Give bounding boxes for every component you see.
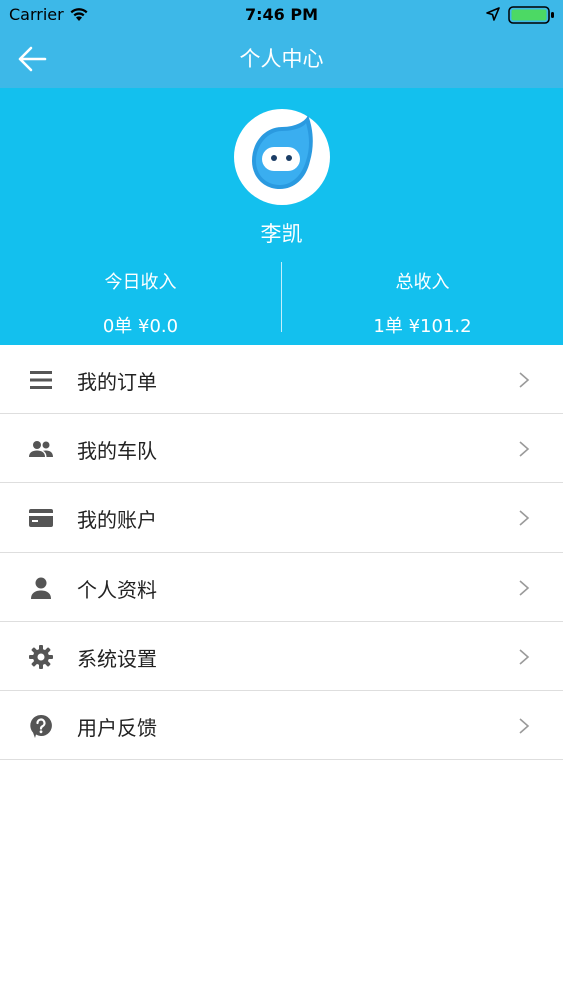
menu-item-label: 用户反馈: [77, 715, 157, 740]
chevron-right-icon: [519, 441, 530, 457]
nav-bar: 个人中心: [0, 30, 563, 88]
menu-item-label: 我的账户: [77, 508, 157, 533]
menu-item-label: 我的车队: [77, 439, 157, 464]
menu-list: 我的订单 我的车队 我的账户 个人资料 系统设置 用户反馈: [0, 345, 563, 761]
chevron-right-icon: [519, 649, 530, 665]
menu-item-label: 我的订单: [77, 370, 157, 394]
menu-item-profile[interactable]: 个人资料: [0, 552, 563, 622]
group-icon: [29, 441, 53, 458]
location-arrow-icon: [486, 7, 500, 21]
mascot-avatar-icon: [252, 115, 313, 189]
list-icon: [30, 371, 52, 389]
menu-item-my-fleet[interactable]: 我的车队: [0, 414, 563, 484]
chevron-right-icon: [519, 510, 530, 526]
menu-item-my-orders[interactable]: 我的订单: [0, 345, 563, 415]
menu-item-settings[interactable]: 系统设置: [0, 621, 563, 691]
status-bar: Carrier 7:46 PM: [0, 0, 563, 30]
help-icon: [30, 714, 52, 738]
chevron-right-icon: [519, 372, 530, 388]
profile-header: 李凯 今日收入 0单 ¥0.0 总收入 1单 ¥101.2: [0, 88, 563, 345]
menu-item-label: 系统设置: [77, 646, 157, 671]
menu-item-feedback[interactable]: 用户反馈: [0, 690, 563, 761]
menu-item-my-account[interactable]: 我的账户: [0, 483, 563, 553]
today-income-label: 今日收入: [104, 272, 177, 293]
user-name: 李凯: [260, 222, 303, 246]
card-icon: [29, 509, 53, 528]
gear-icon: [29, 644, 53, 669]
chevron-right-icon: [519, 579, 530, 596]
total-income-label: 总收入: [395, 272, 450, 293]
status-time: 7:46 PM: [244, 5, 318, 24]
chevron-right-icon: [519, 718, 530, 734]
today-income-stat[interactable]: 今日收入 0单 ¥0.0: [0, 268, 281, 338]
menu-item-label: 个人资料: [77, 577, 157, 602]
total-income-value: 1单 ¥101.2: [373, 316, 472, 337]
battery-icon: [508, 6, 554, 24]
page-title: 个人中心: [239, 47, 324, 71]
avatar[interactable]: [234, 109, 330, 205]
total-income-stat[interactable]: 总收入 1单 ¥101.2: [282, 268, 563, 338]
today-income-value: 0单 ¥0.0: [102, 316, 179, 337]
person-icon: [31, 577, 51, 599]
